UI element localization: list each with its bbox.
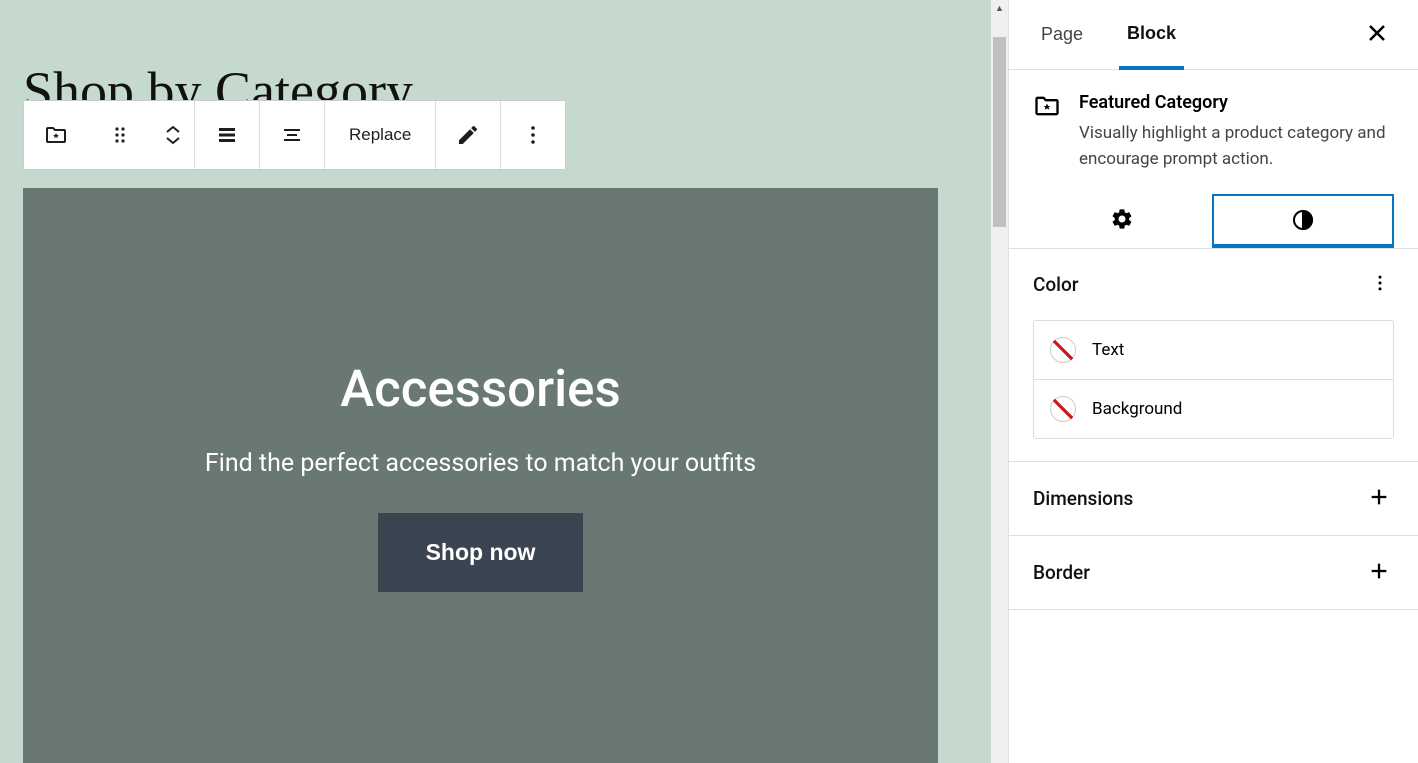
settings-sidebar: Page Block Featured Category Visually hi… [1008, 0, 1418, 763]
styles-icon [1291, 208, 1315, 232]
color-list: Text Background [1033, 320, 1394, 439]
color-section: Color Text Background [1009, 249, 1418, 462]
color-section-options-button[interactable] [1366, 269, 1394, 300]
sidebar-subtabs [1009, 194, 1418, 249]
chevron-up-icon [164, 125, 182, 135]
chevron-down-icon [164, 135, 182, 145]
featured-category-icon [1033, 92, 1061, 124]
block-info-title: Featured Category [1079, 92, 1394, 113]
dimensions-add-button[interactable] [1364, 482, 1394, 515]
scrollbar-thumb[interactable] [993, 37, 1006, 227]
dots-vertical-icon [1370, 273, 1390, 293]
border-section-title: Border [1033, 561, 1090, 584]
pencil-icon [456, 123, 480, 147]
dimensions-section: Dimensions [1009, 462, 1418, 536]
dots-vertical-icon [521, 123, 545, 147]
border-add-button[interactable] [1364, 556, 1394, 589]
replace-button[interactable]: Replace [325, 101, 435, 169]
vertical-align-button[interactable] [260, 101, 324, 169]
color-section-title: Color [1033, 273, 1079, 296]
folder-star-icon [44, 123, 68, 147]
background-color-swatch [1050, 396, 1076, 422]
featured-description[interactable]: Find the perfect accessories to match yo… [205, 449, 756, 478]
plus-icon [1368, 486, 1390, 508]
vertical-scrollbar[interactable]: ▲ [991, 0, 1008, 763]
align-center-icon [280, 123, 304, 147]
editor-canvas[interactable]: Shop by Category [0, 0, 1008, 763]
text-color-label: Text [1092, 340, 1124, 360]
settings-subtab[interactable] [1033, 194, 1212, 248]
close-sidebar-button[interactable] [1360, 16, 1394, 53]
border-section: Border [1009, 536, 1418, 610]
drag-handle-button[interactable] [88, 101, 152, 169]
background-color-label: Background [1092, 399, 1182, 419]
tab-block[interactable]: Block [1119, 1, 1184, 70]
block-info-header: Featured Category Visually highlight a p… [1009, 70, 1418, 194]
block-info-description: Visually highlight a product category an… [1079, 121, 1394, 172]
plus-icon [1368, 560, 1390, 582]
gear-icon [1110, 207, 1134, 231]
edit-button[interactable] [436, 101, 500, 169]
sidebar-tabs: Page Block [1009, 0, 1418, 70]
shop-now-button[interactable]: Shop now [378, 513, 584, 592]
drag-icon [108, 123, 132, 147]
move-down-button[interactable] [164, 135, 182, 145]
tab-page[interactable]: Page [1033, 0, 1091, 69]
align-button[interactable] [195, 101, 259, 169]
dimensions-section-title: Dimensions [1033, 487, 1133, 510]
more-options-button[interactable] [501, 101, 565, 169]
color-background-item[interactable]: Background [1034, 380, 1393, 438]
align-full-icon [215, 123, 239, 147]
featured-title[interactable]: Accessories [340, 360, 620, 419]
text-color-swatch [1050, 337, 1076, 363]
close-icon [1368, 24, 1386, 42]
block-type-button[interactable] [24, 101, 88, 169]
scroll-up-arrow-icon[interactable]: ▲ [991, 0, 1008, 17]
move-up-button[interactable] [164, 125, 182, 135]
block-toolbar: Replace [23, 100, 566, 170]
featured-category-block[interactable]: Accessories Find the perfect accessories… [23, 188, 938, 763]
styles-subtab[interactable] [1212, 194, 1395, 248]
color-text-item[interactable]: Text [1034, 321, 1393, 380]
